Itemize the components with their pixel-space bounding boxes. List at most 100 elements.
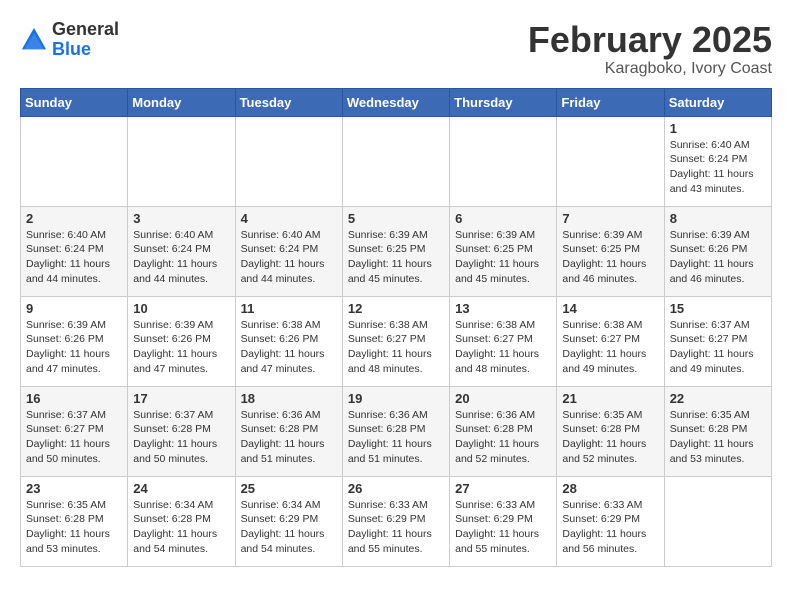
day-number: 15 — [670, 301, 766, 316]
day-info: Sunrise: 6:38 AM Sunset: 6:27 PM Dayligh… — [562, 318, 658, 377]
day-number: 19 — [348, 391, 444, 406]
header-monday: Monday — [128, 88, 235, 116]
table-row: 9 Sunrise: 6:39 AM Sunset: 6:26 PM Daylig… — [21, 296, 128, 386]
day-info: Sunrise: 6:36 AM Sunset: 6:28 PM Dayligh… — [348, 408, 444, 467]
day-number: 8 — [670, 211, 766, 226]
table-row: 17 Sunrise: 6:37 AM Sunset: 6:28 PM Dayli… — [128, 386, 235, 476]
table-row: 19 Sunrise: 6:36 AM Sunset: 6:28 PM Dayli… — [342, 386, 449, 476]
day-info: Sunrise: 6:40 AM Sunset: 6:24 PM Dayligh… — [670, 138, 766, 197]
day-number: 6 — [455, 211, 551, 226]
table-row — [128, 116, 235, 206]
table-row: 23 Sunrise: 6:35 AM Sunset: 6:28 PM Dayli… — [21, 476, 128, 566]
table-row: 1 Sunrise: 6:40 AM Sunset: 6:24 PM Daylig… — [664, 116, 771, 206]
day-number: 22 — [670, 391, 766, 406]
logo-blue: Blue — [52, 39, 91, 59]
day-info: Sunrise: 6:37 AM Sunset: 6:27 PM Dayligh… — [26, 408, 122, 467]
table-row: 18 Sunrise: 6:36 AM Sunset: 6:28 PM Dayli… — [235, 386, 342, 476]
day-info: Sunrise: 6:33 AM Sunset: 6:29 PM Dayligh… — [562, 498, 658, 557]
table-row: 27 Sunrise: 6:33 AM Sunset: 6:29 PM Dayli… — [450, 476, 557, 566]
location-subtitle: Karagboko, Ivory Coast — [528, 60, 772, 78]
table-row — [235, 116, 342, 206]
day-number: 18 — [241, 391, 337, 406]
day-info: Sunrise: 6:39 AM Sunset: 6:25 PM Dayligh… — [562, 228, 658, 287]
day-info: Sunrise: 6:33 AM Sunset: 6:29 PM Dayligh… — [455, 498, 551, 557]
table-row: 26 Sunrise: 6:33 AM Sunset: 6:29 PM Dayli… — [342, 476, 449, 566]
logo-text: General Blue — [52, 20, 119, 60]
day-number: 21 — [562, 391, 658, 406]
day-number: 9 — [26, 301, 122, 316]
day-number: 17 — [133, 391, 229, 406]
day-info: Sunrise: 6:34 AM Sunset: 6:28 PM Dayligh… — [133, 498, 229, 557]
day-number: 7 — [562, 211, 658, 226]
day-info: Sunrise: 6:37 AM Sunset: 6:27 PM Dayligh… — [670, 318, 766, 377]
table-row — [342, 116, 449, 206]
table-row: 2Sunrise: 6:40 AM Sunset: 6:24 PM Daylig… — [21, 206, 128, 296]
header-friday: Friday — [557, 88, 664, 116]
table-row: 3Sunrise: 6:40 AM Sunset: 6:24 PM Daylig… — [128, 206, 235, 296]
logo: General Blue — [20, 20, 119, 60]
table-row: 5 Sunrise: 6:39 AM Sunset: 6:25 PM Daylig… — [342, 206, 449, 296]
day-number: 27 — [455, 481, 551, 496]
day-number: 12 — [348, 301, 444, 316]
day-info: Sunrise: 6:34 AM Sunset: 6:29 PM Dayligh… — [241, 498, 337, 557]
table-row: 4 Sunrise: 6:40 AM Sunset: 6:24 PM Daylig… — [235, 206, 342, 296]
header-thursday: Thursday — [450, 88, 557, 116]
table-row: 20 Sunrise: 6:36 AM Sunset: 6:28 PM Dayli… — [450, 386, 557, 476]
table-row — [450, 116, 557, 206]
table-row: 24Sunrise: 6:34 AM Sunset: 6:28 PM Dayli… — [128, 476, 235, 566]
day-number: 4 — [241, 211, 337, 226]
day-info: Sunrise: 6:35 AM Sunset: 6:28 PM Dayligh… — [26, 498, 122, 557]
day-number: 13 — [455, 301, 551, 316]
day-info: Sunrise: 6:35 AM Sunset: 6:28 PM Dayligh… — [670, 408, 766, 467]
day-info: Sunrise: 6:36 AM Sunset: 6:28 PM Dayligh… — [241, 408, 337, 467]
header-wednesday: Wednesday — [342, 88, 449, 116]
day-info: Sunrise: 6:35 AM Sunset: 6:28 PM Dayligh… — [562, 408, 658, 467]
day-info: Sunrise: 6:38 AM Sunset: 6:27 PM Dayligh… — [455, 318, 551, 377]
day-info: Sunrise: 6:38 AM Sunset: 6:27 PM Dayligh… — [348, 318, 444, 377]
table-row: 22 Sunrise: 6:35 AM Sunset: 6:28 PM Dayli… — [664, 386, 771, 476]
table-row: 16 Sunrise: 6:37 AM Sunset: 6:27 PM Dayli… — [21, 386, 128, 476]
day-info: Sunrise: 6:36 AM Sunset: 6:28 PM Dayligh… — [455, 408, 551, 467]
day-info: Sunrise: 6:39 AM Sunset: 6:26 PM Dayligh… — [26, 318, 122, 377]
table-row — [21, 116, 128, 206]
day-info: Sunrise: 6:39 AM Sunset: 6:25 PM Dayligh… — [348, 228, 444, 287]
table-row: 10Sunrise: 6:39 AM Sunset: 6:26 PM Dayli… — [128, 296, 235, 386]
table-row: 7 Sunrise: 6:39 AM Sunset: 6:25 PM Daylig… — [557, 206, 664, 296]
header-tuesday: Tuesday — [235, 88, 342, 116]
table-row: 28 Sunrise: 6:33 AM Sunset: 6:29 PM Dayli… — [557, 476, 664, 566]
day-number: 5 — [348, 211, 444, 226]
logo-general: General — [52, 19, 119, 39]
title-area: February 2025 Karagboko, Ivory Coast — [528, 20, 772, 78]
table-row: 8 Sunrise: 6:39 AM Sunset: 6:26 PM Daylig… — [664, 206, 771, 296]
day-number: 3 — [133, 211, 229, 226]
table-row: 11Sunrise: 6:38 AM Sunset: 6:26 PM Dayli… — [235, 296, 342, 386]
calendar-header: Sunday Monday Tuesday Wednesday Thursday… — [21, 88, 772, 116]
day-number: 16 — [26, 391, 122, 406]
table-row: 15 Sunrise: 6:37 AM Sunset: 6:27 PM Dayli… — [664, 296, 771, 386]
day-number: 25 — [241, 481, 337, 496]
page-header: General Blue February 2025 Karagboko, Iv… — [20, 20, 772, 78]
day-number: 2 — [26, 211, 122, 226]
day-info: Sunrise: 6:40 AM Sunset: 6:24 PM Dayligh… — [241, 228, 337, 287]
table-row — [664, 476, 771, 566]
day-number: 10 — [133, 301, 229, 316]
calendar-body: 1 Sunrise: 6:40 AM Sunset: 6:24 PM Daylig… — [21, 116, 772, 566]
day-number: 11 — [241, 301, 337, 316]
table-row: 6Sunrise: 6:39 AM Sunset: 6:25 PM Daylig… — [450, 206, 557, 296]
day-info: Sunrise: 6:33 AM Sunset: 6:29 PM Dayligh… — [348, 498, 444, 557]
table-row: 14 Sunrise: 6:38 AM Sunset: 6:27 PM Dayli… — [557, 296, 664, 386]
day-number: 1 — [670, 121, 766, 136]
header-saturday: Saturday — [664, 88, 771, 116]
day-number: 28 — [562, 481, 658, 496]
header-sunday: Sunday — [21, 88, 128, 116]
calendar-table: Sunday Monday Tuesday Wednesday Thursday… — [20, 88, 772, 567]
day-number: 20 — [455, 391, 551, 406]
day-number: 14 — [562, 301, 658, 316]
table-row — [557, 116, 664, 206]
day-number: 23 — [26, 481, 122, 496]
month-title: February 2025 — [528, 20, 772, 60]
day-info: Sunrise: 6:37 AM Sunset: 6:28 PM Dayligh… — [133, 408, 229, 467]
logo-icon — [20, 26, 48, 54]
day-number: 26 — [348, 481, 444, 496]
day-info: Sunrise: 6:39 AM Sunset: 6:26 PM Dayligh… — [670, 228, 766, 287]
